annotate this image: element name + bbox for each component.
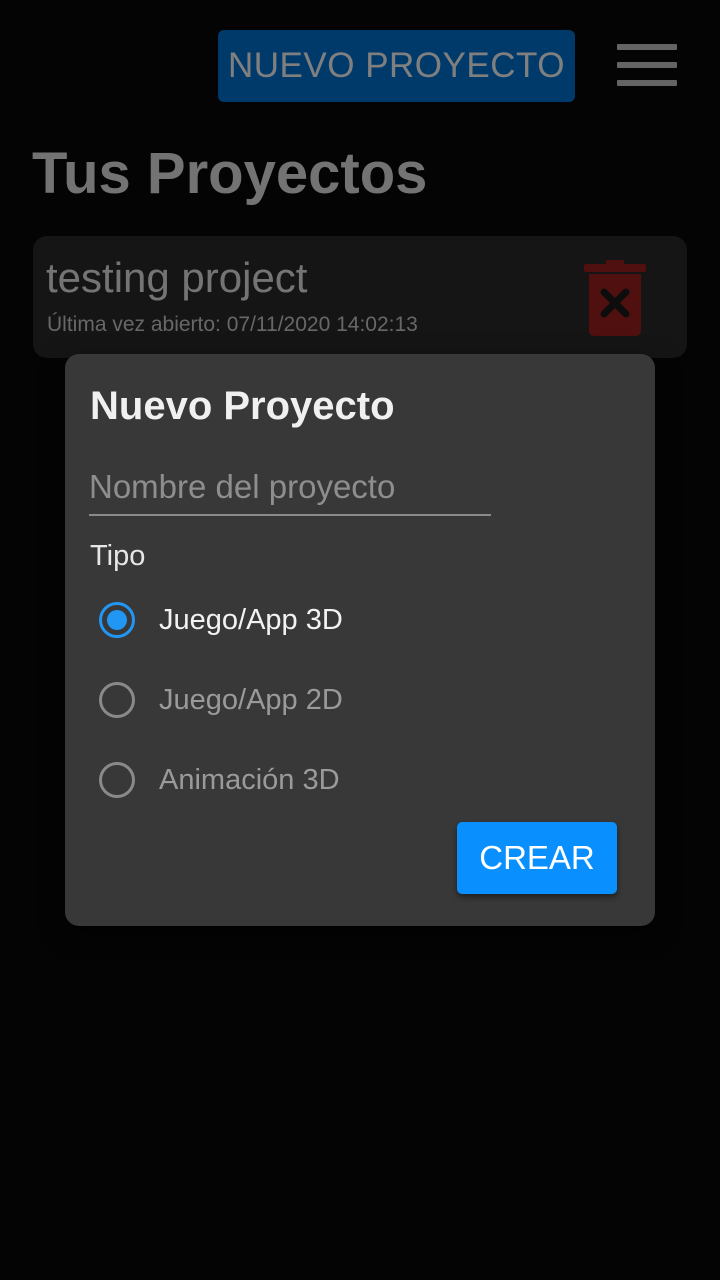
create-button[interactable]: CREAR xyxy=(457,822,617,894)
radio-option-3d-animation[interactable]: Animación 3D xyxy=(99,758,340,802)
project-name-input[interactable] xyxy=(89,464,491,516)
dialog-title: Nuevo Proyecto xyxy=(90,384,395,428)
radio-checked-icon[interactable] xyxy=(99,602,135,638)
radio-option-2d-game[interactable]: Juego/App 2D xyxy=(99,678,343,722)
radio-option-3d-game[interactable]: Juego/App 3D xyxy=(99,598,343,642)
radio-label: Juego/App 3D xyxy=(159,603,343,636)
radio-unchecked-icon[interactable] xyxy=(99,682,135,718)
app-screen: NUEVO PROYECTO Tus Proyectos testing pro… xyxy=(0,0,720,1280)
radio-label: Animación 3D xyxy=(159,763,340,796)
radio-unchecked-icon[interactable] xyxy=(99,762,135,798)
type-label: Tipo xyxy=(90,540,146,572)
new-project-dialog: Nuevo Proyecto Tipo Juego/App 3D Juego/A… xyxy=(65,354,655,926)
radio-label: Juego/App 2D xyxy=(159,683,343,716)
